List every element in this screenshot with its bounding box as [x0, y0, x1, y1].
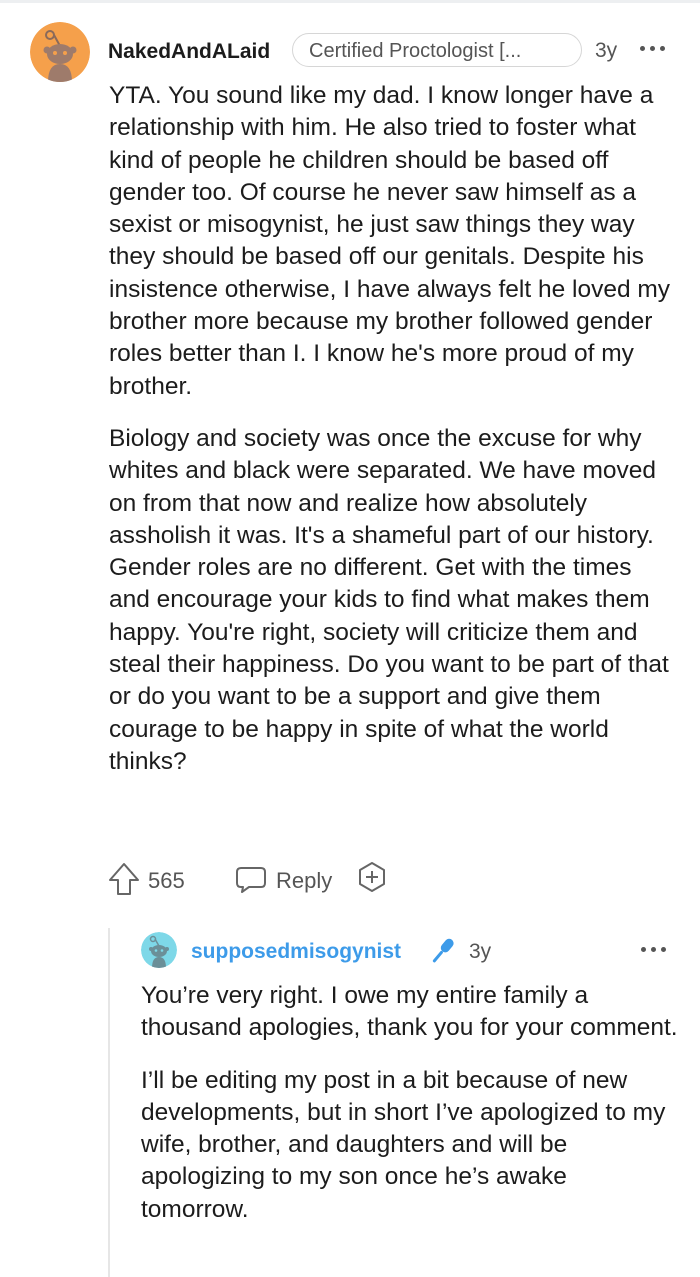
comment-username[interactable]: NakedAndALaid: [108, 40, 270, 64]
comment-actions: 565 Reply: [108, 858, 508, 902]
user-flair: Certified Proctologist [...: [292, 33, 582, 67]
reply-username[interactable]: supposedmisogynist: [191, 940, 401, 964]
snoo-avatar-icon: [141, 932, 177, 968]
comment-body: YTA. You sound like my dad. I know longe…: [109, 80, 679, 778]
vote-score: 565: [148, 868, 185, 893]
comment-header: NakedAndALaid Certified Proctologist [..…: [30, 22, 680, 82]
speech-bubble-icon: [236, 867, 266, 893]
more-dots-icon[interactable]: [638, 36, 668, 60]
reply-paragraph: You’re very right. I owe my entire famil…: [141, 982, 678, 1042]
reply-avatar[interactable]: [141, 932, 177, 968]
comment-age: 3y: [595, 39, 618, 62]
reply-age: 3y: [469, 940, 492, 963]
more-dots-icon[interactable]: [639, 938, 669, 962]
microphone-icon: [425, 934, 459, 968]
top-divider: [0, 0, 700, 3]
upvote-arrow-icon[interactable]: [108, 862, 140, 896]
reply-body: You’re very right. I owe my entire famil…: [141, 980, 681, 1226]
snoo-avatar-icon: [30, 22, 90, 82]
avatar[interactable]: [30, 22, 90, 82]
reply-header: supposedmisogynist 3y: [141, 932, 681, 972]
reply-button[interactable]: Reply: [235, 862, 345, 898]
award-plus-icon[interactable]: [355, 860, 389, 896]
comment-paragraph: Biology and society was once the excuse …: [109, 424, 669, 775]
reply-label: Reply: [276, 868, 333, 893]
thread-line[interactable]: [108, 928, 110, 1277]
comment-paragraph: YTA. You sound like my dad. I know longe…: [109, 82, 671, 400]
reply-paragraph: I’ll be editing my post in a bit because…: [141, 1066, 666, 1223]
